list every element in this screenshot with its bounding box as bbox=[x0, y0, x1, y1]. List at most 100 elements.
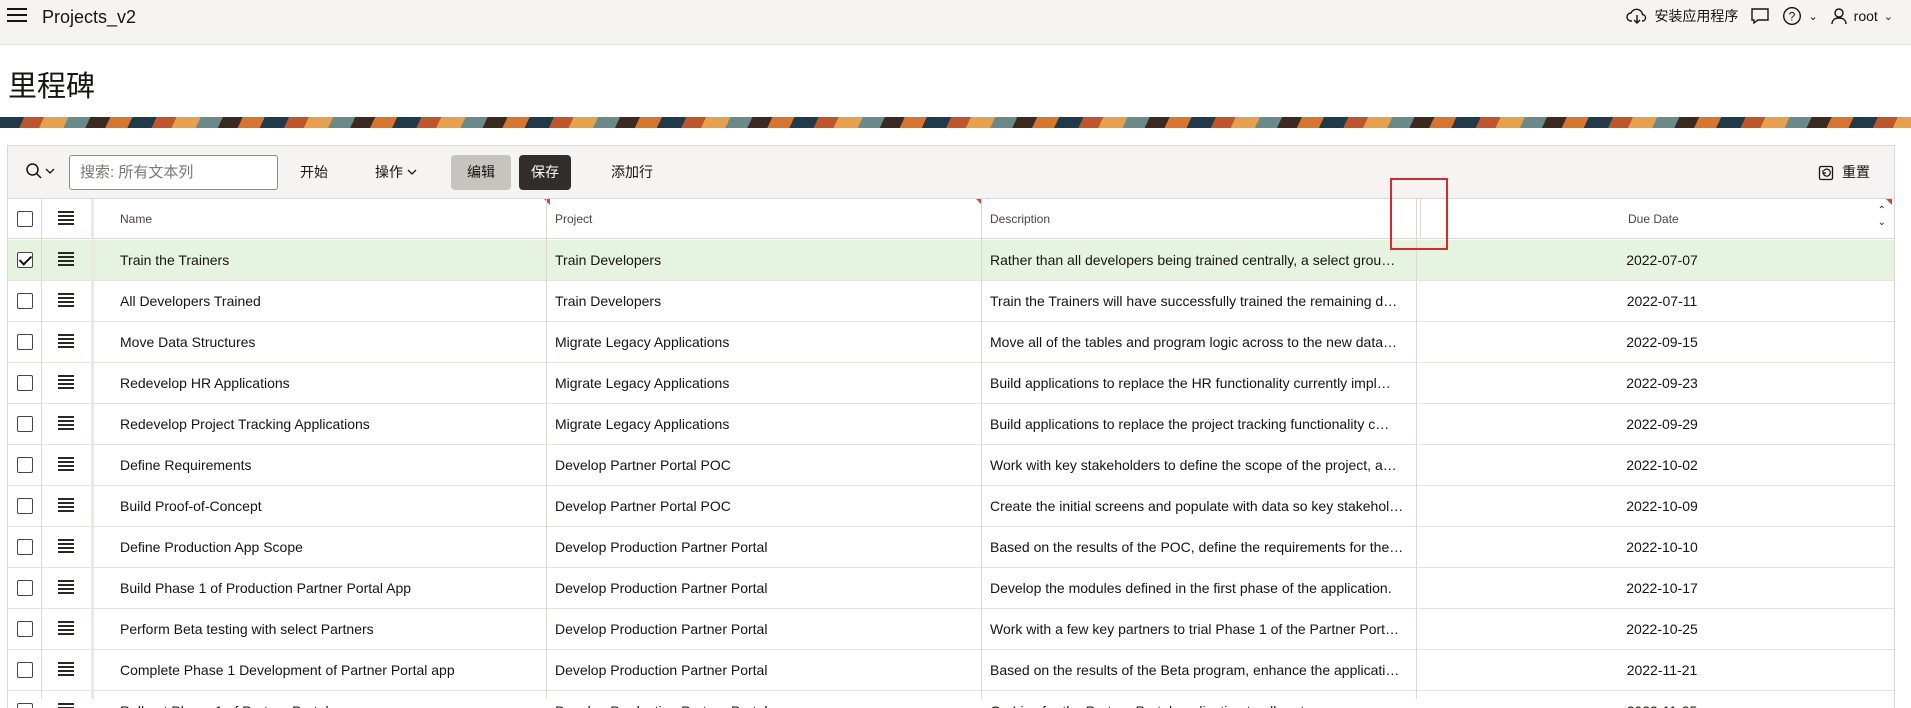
row-actions-header-icon[interactable] bbox=[58, 211, 74, 227]
search-input[interactable] bbox=[69, 155, 278, 190]
row-actions-icon[interactable] bbox=[58, 293, 74, 309]
cell-description[interactable]: Go Live for the Partner Portal applicati… bbox=[990, 691, 1410, 708]
cell-due-date[interactable]: 2022-09-23 bbox=[1430, 363, 1894, 403]
table-row[interactable]: Train the Trainers Train Developers Rather… bbox=[8, 240, 1894, 281]
cell-project[interactable]: Migrate Legacy Applications bbox=[555, 363, 975, 403]
search-column-selector[interactable] bbox=[25, 162, 55, 180]
cell-due-date[interactable]: 2022-10-10 bbox=[1430, 527, 1894, 567]
cell-description[interactable]: Develop the modules defined in the first… bbox=[990, 568, 1410, 608]
cell-name[interactable]: Redevelop Project Tracking Applications bbox=[120, 404, 540, 444]
table-row[interactable]: Define Production App Scope Develop Produ… bbox=[8, 527, 1894, 568]
cell-project[interactable]: Develop Partner Portal POC bbox=[555, 486, 975, 526]
row-checkbox[interactable] bbox=[16, 375, 33, 391]
row-actions-icon[interactable] bbox=[58, 621, 74, 637]
install-app-button[interactable]: 安装应用程序 bbox=[1626, 6, 1738, 26]
menu-icon[interactable] bbox=[7, 8, 27, 24]
user-menu[interactable]: root ⌄ bbox=[1830, 7, 1893, 25]
table-row[interactable]: Move Data Structures Migrate Legacy Appli… bbox=[8, 322, 1894, 363]
cell-due-date[interactable]: 2022-10-09 bbox=[1430, 486, 1894, 526]
cell-due-date[interactable]: 2022-10-02 bbox=[1430, 445, 1894, 485]
cell-due-date[interactable]: 2022-07-07 bbox=[1430, 240, 1894, 280]
cell-due-date[interactable]: 2022-09-15 bbox=[1430, 322, 1894, 362]
cell-description[interactable]: Based on the results of the POC, define … bbox=[990, 527, 1410, 567]
row-checkbox[interactable] bbox=[16, 457, 33, 473]
save-button[interactable]: 保存 bbox=[519, 155, 571, 190]
row-checkbox[interactable] bbox=[16, 334, 33, 350]
cell-due-date[interactable]: 2022-10-25 bbox=[1430, 609, 1894, 649]
cell-description[interactable]: Build applications to replace the projec… bbox=[990, 404, 1410, 444]
cell-description[interactable]: Build applications to replace the HR fun… bbox=[990, 363, 1410, 403]
cell-due-date[interactable]: 2022-10-17 bbox=[1430, 568, 1894, 608]
cell-description[interactable]: Rather than all developers being trained… bbox=[990, 240, 1410, 280]
reset-button[interactable]: 重置 bbox=[1808, 155, 1880, 190]
go-button[interactable]: 开始 bbox=[290, 155, 338, 190]
cell-description[interactable]: Train the Trainers will have successfull… bbox=[990, 281, 1410, 321]
row-actions-icon[interactable] bbox=[58, 539, 74, 555]
table-row[interactable]: Roll out Phase 1 of Partner Portal app De… bbox=[8, 691, 1894, 708]
actions-menu-button[interactable]: 操作 bbox=[365, 155, 427, 190]
cell-name[interactable]: Build Phase 1 of Production Partner Port… bbox=[120, 568, 540, 608]
cell-description[interactable]: Work with key stakeholders to define the… bbox=[990, 445, 1410, 485]
cell-name[interactable]: Build Proof-of-Concept bbox=[120, 486, 540, 526]
table-row[interactable]: Perform Beta testing with select Partner… bbox=[8, 609, 1894, 650]
table-row[interactable]: Define Requirements Develop Partner Porta… bbox=[8, 445, 1894, 486]
row-actions-icon[interactable] bbox=[58, 580, 74, 596]
cell-description[interactable]: Move all of the tables and program logic… bbox=[990, 322, 1410, 362]
cell-project[interactable]: Train Developers bbox=[555, 240, 975, 280]
row-actions-icon[interactable] bbox=[58, 703, 74, 708]
cell-project[interactable]: Migrate Legacy Applications bbox=[555, 404, 975, 444]
cell-name[interactable]: Train the Trainers bbox=[120, 240, 540, 280]
row-actions-icon[interactable] bbox=[58, 662, 74, 678]
cell-project[interactable]: Develop Production Partner Portal bbox=[555, 650, 975, 690]
table-row[interactable]: Build Phase 1 of Production Partner Port… bbox=[8, 568, 1894, 609]
select-all-checkbox[interactable] bbox=[16, 211, 33, 227]
add-row-button[interactable]: 添加行 bbox=[601, 155, 663, 190]
cell-project[interactable]: Develop Production Partner Portal bbox=[555, 527, 975, 567]
row-actions-icon[interactable] bbox=[58, 416, 74, 432]
table-row[interactable]: Build Proof-of-Concept Develop Partner Po… bbox=[8, 486, 1894, 527]
feedback-button[interactable] bbox=[1750, 7, 1770, 25]
cell-name[interactable]: Perform Beta testing with select Partner… bbox=[120, 609, 540, 649]
cell-name[interactable]: Redevelop HR Applications bbox=[120, 363, 540, 403]
row-checkbox[interactable] bbox=[16, 498, 33, 514]
cell-project[interactable]: Develop Production Partner Portal bbox=[555, 691, 975, 708]
cell-project[interactable]: Develop Production Partner Portal bbox=[555, 568, 975, 608]
row-checkbox[interactable] bbox=[16, 621, 33, 637]
cell-name[interactable]: All Developers Trained bbox=[120, 281, 540, 321]
table-row[interactable]: Complete Phase 1 Development of Partner … bbox=[8, 650, 1894, 691]
cell-project[interactable]: Train Developers bbox=[555, 281, 975, 321]
table-row[interactable]: All Developers Trained Train Developers Tr… bbox=[8, 281, 1894, 322]
row-actions-icon[interactable] bbox=[58, 457, 74, 473]
column-header-name[interactable]: Name bbox=[120, 199, 152, 239]
row-checkbox[interactable] bbox=[16, 293, 33, 309]
cell-name[interactable]: Roll out Phase 1 of Partner Portal app bbox=[120, 691, 540, 708]
row-checkbox[interactable] bbox=[16, 662, 33, 678]
row-checkbox[interactable] bbox=[16, 252, 33, 268]
row-checkbox[interactable] bbox=[16, 580, 33, 596]
cell-description[interactable]: Create the initial screens and populate … bbox=[990, 486, 1410, 526]
cell-description[interactable]: Work with a few key partners to trial Ph… bbox=[990, 609, 1410, 649]
help-menu[interactable]: ? ⌄ bbox=[1782, 6, 1818, 26]
sort-arrows-icon[interactable]: ⌃ ⌄ bbox=[1878, 205, 1886, 229]
cell-name[interactable]: Define Requirements bbox=[120, 445, 540, 485]
row-actions-icon[interactable] bbox=[58, 498, 74, 514]
app-title[interactable]: Projects_v2 bbox=[42, 7, 136, 28]
cell-name[interactable]: Move Data Structures bbox=[120, 322, 540, 362]
cell-due-date[interactable]: 2022-11-21 bbox=[1430, 650, 1894, 690]
row-checkbox[interactable] bbox=[16, 416, 33, 432]
table-row[interactable]: Redevelop HR Applications Migrate Legacy … bbox=[8, 363, 1894, 404]
column-header-due-date[interactable]: Due Date bbox=[1628, 199, 1679, 239]
cell-project[interactable]: Develop Production Partner Portal bbox=[555, 609, 975, 649]
cell-project[interactable]: Migrate Legacy Applications bbox=[555, 322, 975, 362]
cell-name[interactable]: Define Production App Scope bbox=[120, 527, 540, 567]
cell-due-date[interactable]: 2022-07-11 bbox=[1430, 281, 1894, 321]
cell-due-date[interactable]: 2022-09-29 bbox=[1430, 404, 1894, 444]
column-header-description[interactable]: Description bbox=[990, 199, 1050, 239]
cell-name[interactable]: Complete Phase 1 Development of Partner … bbox=[120, 650, 540, 690]
edit-button[interactable]: 编辑 bbox=[451, 155, 511, 190]
cell-due-date[interactable]: 2022-11-25 bbox=[1430, 691, 1894, 708]
column-header-project[interactable]: Project bbox=[555, 199, 592, 239]
row-checkbox[interactable] bbox=[16, 703, 33, 708]
cell-description[interactable]: Based on the results of the Beta program… bbox=[990, 650, 1410, 690]
row-actions-icon[interactable] bbox=[58, 334, 74, 350]
